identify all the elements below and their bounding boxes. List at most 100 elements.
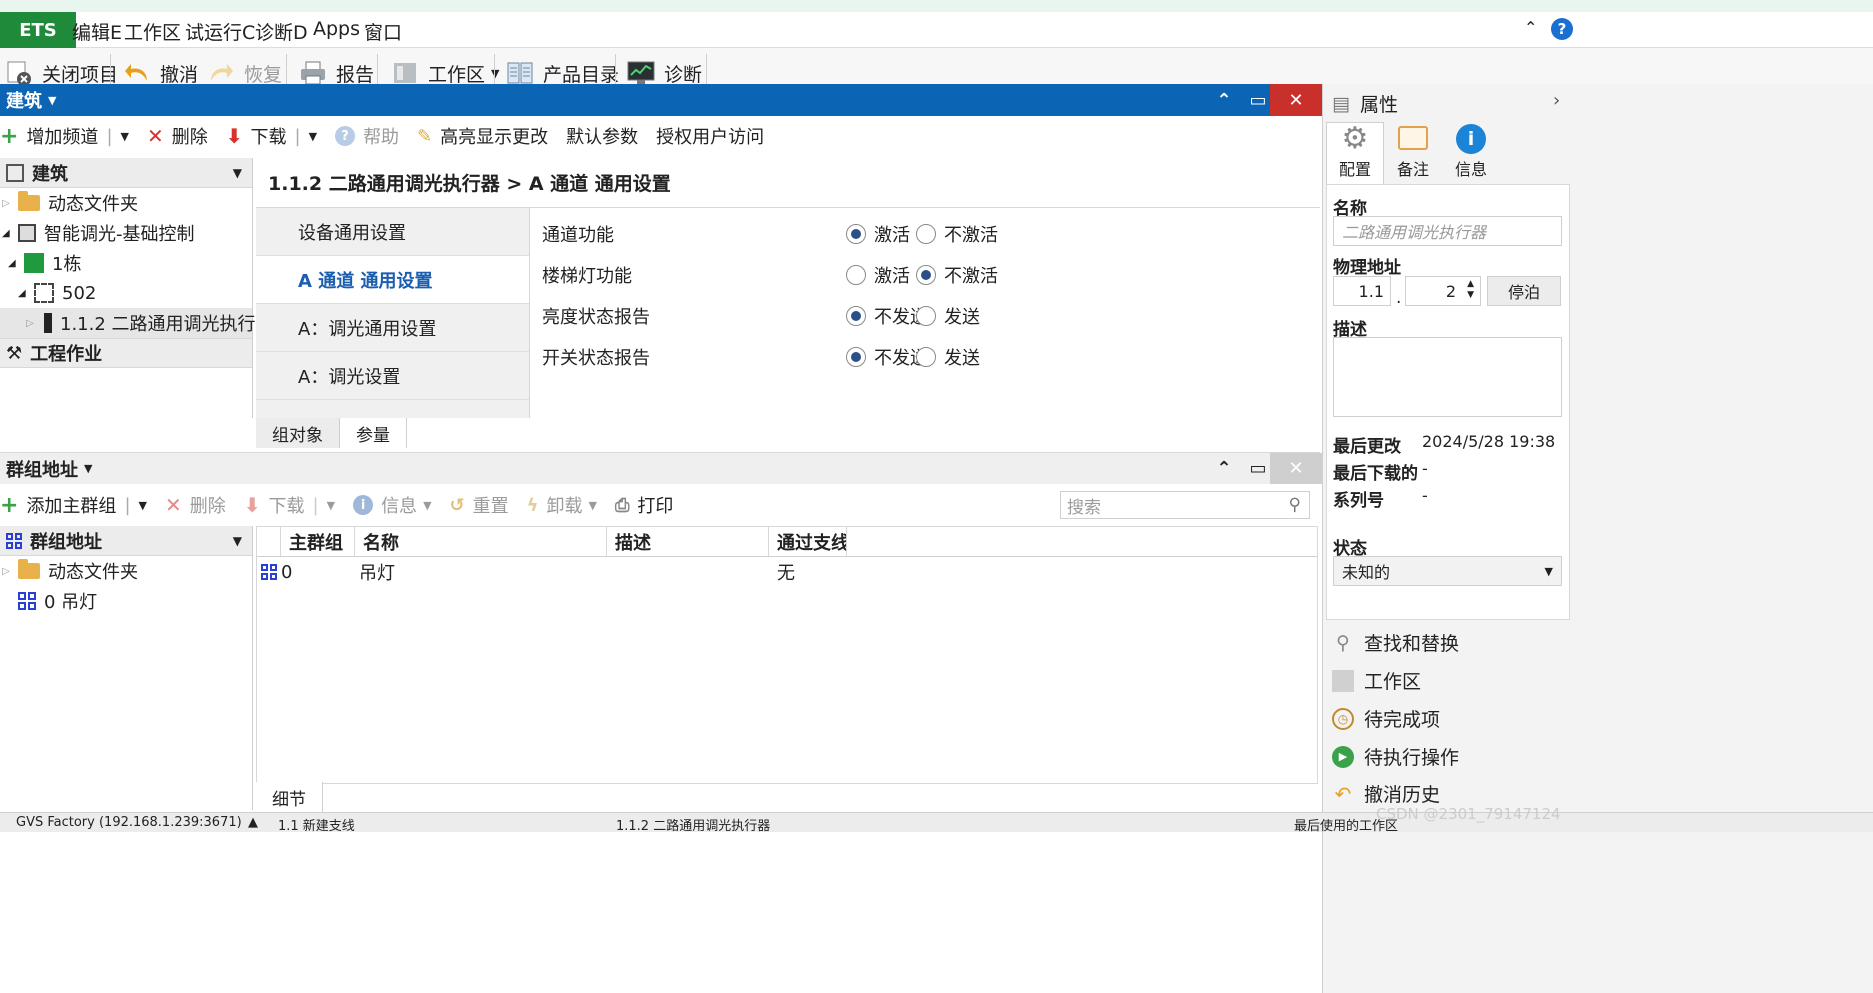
tree-item-dynamic-folder[interactable]: ▷ 动态文件夹: [0, 188, 252, 218]
undo-history-link[interactable]: ↶ 撤消历史: [1332, 780, 1440, 807]
physical-address-stepper[interactable]: 2 ▲ ▼: [1405, 276, 1481, 306]
chevron-down-icon[interactable]: ▼: [309, 130, 317, 143]
chevron-down-icon[interactable]: ▼: [233, 166, 242, 180]
radio-button[interactable]: [916, 306, 936, 326]
tab-details[interactable]: 细节: [256, 782, 323, 812]
tree-item-project[interactable]: ◢ 智能调光-基础控制: [0, 218, 252, 248]
nav-channel-a-general[interactable]: A 通道 通用设置: [256, 256, 529, 304]
name-field[interactable]: 二路通用调光执行器: [1333, 216, 1562, 246]
chevron-down-icon[interactable]: ▼: [327, 499, 335, 512]
radio-option[interactable]: 发送: [916, 302, 980, 330]
expand-arrow-icon[interactable]: ▷: [2, 198, 10, 209]
expand-arrow-icon[interactable]: ▷: [26, 318, 34, 329]
menu-diagnostics[interactable]: 诊断D: [255, 18, 308, 45]
tab-notes[interactable]: 备注: [1384, 122, 1442, 184]
group-tree-header[interactable]: 群组地址 ▼: [0, 526, 252, 556]
expand-arrow-icon[interactable]: ▷: [2, 566, 10, 577]
description-field[interactable]: [1333, 337, 1562, 417]
status-arrow-icon[interactable]: ▲: [248, 815, 258, 830]
add-main-group-button[interactable]: + 添加主群组 | ▼: [0, 492, 147, 518]
ets-logo-button[interactable]: ETS: [0, 12, 76, 48]
help-icon[interactable]: ?: [1551, 18, 1573, 40]
print-button[interactable]: ⎙ 打印: [615, 492, 673, 518]
collapse-arrow-icon[interactable]: ◢: [8, 258, 16, 269]
chevron-down-icon[interactable]: ▼: [121, 130, 129, 143]
tree-item-main-group-0[interactable]: 0 吊灯: [0, 586, 252, 616]
radio-button[interactable]: [916, 265, 936, 285]
column-header-name[interactable]: 名称: [355, 527, 607, 556]
column-header-description[interactable]: 描述: [607, 527, 769, 556]
status-connection[interactable]: GVS Factory (192.168.1.239:3671): [16, 815, 242, 830]
radio-button[interactable]: [916, 224, 936, 244]
unload-button[interactable]: ϟ 卸载 ▼: [527, 492, 597, 518]
radio-button[interactable]: [846, 306, 866, 326]
building-bottom-tabs: 组对象 参量: [256, 418, 407, 448]
highlight-changes-button[interactable]: ✎ 高亮显示更改: [417, 123, 548, 149]
chevron-down-icon[interactable]: ▼: [589, 499, 597, 512]
radio-option[interactable]: 激活: [846, 261, 910, 289]
nav-a-dim-settings[interactable]: A：调光设置: [256, 352, 529, 400]
radio-option[interactable]: 不激活: [916, 220, 998, 248]
nav-a-dim-general[interactable]: A：调光通用设置: [256, 304, 529, 352]
project-work-header[interactable]: ⚒ 工程作业: [0, 338, 252, 368]
tree-item-building-1[interactable]: ◢ 1栋: [0, 248, 252, 278]
chevron-right-icon[interactable]: ›: [1553, 90, 1560, 111]
menu-edit[interactable]: 编辑E: [72, 18, 122, 45]
stepper-arrows-icon[interactable]: ▲ ▼: [1467, 279, 1474, 301]
delete-button[interactable]: ✕ 删除: [165, 492, 226, 518]
chevron-down-icon[interactable]: ▼: [423, 499, 431, 512]
chevron-down-icon[interactable]: ▼: [233, 534, 242, 548]
menu-window[interactable]: 窗口: [364, 18, 402, 45]
pending-operations-link[interactable]: ▶ 待执行操作: [1332, 743, 1459, 770]
authorize-access-button[interactable]: 授权用户访问: [656, 123, 764, 149]
info-button[interactable]: i 信息 ▼: [353, 492, 432, 518]
delete-button[interactable]: ✕ 删除: [147, 123, 208, 149]
collapse-arrow-icon[interactable]: ◢: [2, 228, 10, 239]
park-button[interactable]: 停泊: [1487, 276, 1561, 306]
download-button[interactable]: ⬇ 下载 | ▼: [244, 492, 335, 518]
column-header-main-group[interactable]: 主群组: [281, 527, 355, 556]
workspace-link[interactable]: 工作区: [1332, 667, 1421, 694]
chevron-down-icon[interactable]: ▼: [139, 499, 147, 512]
tree-item-room-502[interactable]: ◢ 502: [0, 278, 252, 308]
radio-option[interactable]: 激活: [846, 220, 910, 248]
window-top-strip: [0, 0, 1873, 12]
search-input[interactable]: 搜索 ⚲: [1060, 491, 1310, 519]
collapse-arrow-icon[interactable]: ◢: [18, 288, 26, 299]
menu-commissioning[interactable]: 试运行C: [185, 18, 255, 45]
tab-parameters[interactable]: 参量: [340, 418, 407, 448]
help-button[interactable]: ? 帮助: [335, 123, 399, 149]
radio-option[interactable]: 不激活: [916, 261, 998, 289]
menu-workspace[interactable]: 工作区: [124, 18, 181, 45]
tab-config[interactable]: ⚙ 配置: [1326, 121, 1384, 184]
download-button[interactable]: ⬇ 下载 | ▼: [226, 123, 317, 149]
reset-button[interactable]: ↺ 重置: [450, 492, 509, 518]
column-header-pass-through[interactable]: 通过支线耦: [769, 527, 847, 556]
state-select[interactable]: 未知的 ▼: [1333, 556, 1562, 586]
radio-button[interactable]: [846, 347, 866, 367]
find-replace-link[interactable]: ⚲ 查找和替换: [1332, 629, 1459, 656]
close-panel-icon[interactable]: ✕: [1270, 84, 1322, 116]
close-panel-icon[interactable]: ✕: [1270, 453, 1322, 484]
add-channel-button[interactable]: + 增加频道 | ▼: [0, 123, 129, 149]
default-params-button[interactable]: 默认参数: [566, 123, 638, 149]
building-panel-title[interactable]: 建筑: [6, 87, 42, 113]
collapse-ribbon-icon[interactable]: ⌃: [1524, 18, 1537, 37]
building-tree-header[interactable]: 建筑 ▼: [0, 158, 252, 188]
group-panel-title[interactable]: 群组地址: [6, 456, 78, 482]
radio-button[interactable]: [916, 347, 936, 367]
tree-item-device[interactable]: ▷ 1.1.2 二路通用调光执行器: [0, 308, 274, 338]
radio-button[interactable]: [846, 265, 866, 285]
nav-device-general[interactable]: 设备通用设置: [256, 208, 529, 256]
search-icon[interactable]: ⚲: [1289, 495, 1301, 515]
tab-group-objects[interactable]: 组对象: [256, 418, 340, 448]
table-row[interactable]: 0 吊灯 无: [257, 557, 1317, 587]
tree-item-dynamic-folder[interactable]: ▷ 动态文件夹: [0, 556, 252, 586]
radio-button[interactable]: [846, 224, 866, 244]
todo-link[interactable]: ◷ 待完成项: [1332, 705, 1440, 732]
chevron-down-icon[interactable]: ▼: [48, 94, 56, 107]
radio-option[interactable]: 发送: [916, 343, 980, 371]
tab-info[interactable]: i 信息: [1442, 122, 1500, 184]
chevron-down-icon[interactable]: ▼: [84, 462, 92, 475]
menu-apps[interactable]: Apps: [313, 18, 360, 40]
